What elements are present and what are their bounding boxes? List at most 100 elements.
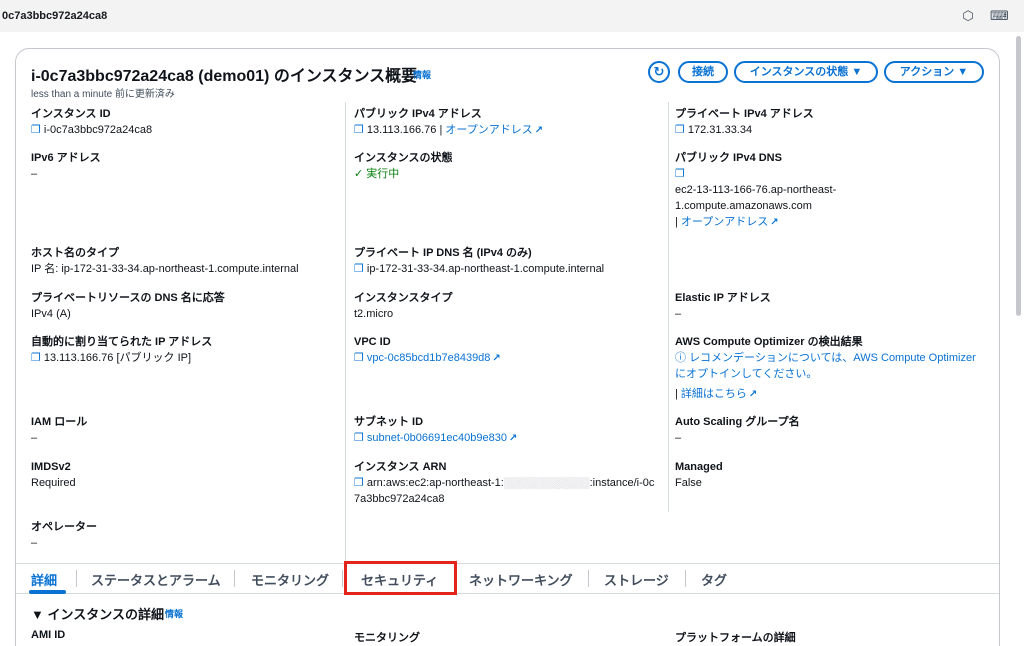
external-link-icon: ↗ [770, 217, 779, 228]
open-address-link[interactable]: オープンアドレス [445, 124, 532, 136]
field-iam-role: IAM ロール – [31, 415, 341, 446]
info-link[interactable]: 情報 [165, 607, 183, 620]
copy-icon[interactable]: ❐ [354, 352, 364, 364]
external-link-icon: ↗ [534, 125, 544, 136]
auto-ip-value: 13.113.166.76 [パブリック IP] [43, 352, 192, 364]
section-instance-details[interactable]: ▼ インスタンスの詳細 [31, 604, 164, 623]
subnet-link[interactable]: subnet-0b06691ec40b9e830 [367, 432, 507, 444]
copy-icon[interactable]: ❐ [31, 352, 41, 364]
learn-more-link[interactable]: 詳細はこちら [681, 388, 747, 400]
public-dns-value-2: 1.compute.amazonaws.com [675, 200, 812, 212]
field-label: プライベート IPv4 アドレス [675, 108, 814, 120]
monitoring-label: モニタリング [354, 632, 420, 644]
field-operator: オペレーター – [31, 520, 341, 551]
connect-button[interactable]: 接続 [678, 61, 728, 83]
tab-divider [76, 570, 77, 587]
copy-icon[interactable]: ❐ [675, 168, 685, 180]
shortcut-icon[interactable]: ⬡ [960, 8, 976, 24]
ami-id-label: AMI ID [31, 629, 66, 641]
copy-icon[interactable]: ❐ [354, 477, 364, 489]
top-bar: 0c7a3bbc972a24ca8 ⬡ ⌨ [0, 0, 1024, 32]
field-label: インスタンスタイプ [354, 292, 453, 304]
field-label: パブリック IPv4 アドレス [354, 108, 482, 120]
field-public-dns: パブリック IPv4 DNS ❐ ec2-13-113-166-76.ap-no… [675, 151, 985, 231]
asg-value: – [675, 432, 682, 444]
ipv6-value: – [31, 168, 38, 180]
private-dns-value: ip-172-31-33-34.ap-northeast-1.compute.i… [366, 263, 605, 275]
field-label: ホスト名のタイプ [31, 247, 119, 259]
field-auto-ip: 自動的に割り当てられた IP アドレス ❐ 13.113.166.76 [パブリッ… [31, 335, 341, 366]
field-compute-optimizer: AWS Compute Optimizer の検出結果 ⓘ レコメンデーションに… [675, 335, 985, 403]
terminal-icon[interactable]: ⌨ [990, 8, 1009, 24]
copy-icon[interactable]: ❐ [354, 263, 364, 275]
operator-value: – [31, 537, 38, 549]
optimizer-link-2[interactable]: にオプトインしてください。 [675, 366, 985, 382]
field-label: インスタンス ARN [354, 461, 447, 473]
vpc-link[interactable]: vpc-0c85bcd1b7e8439d8 [367, 352, 491, 364]
field-label: オペレーター [31, 521, 97, 533]
elastic-ip-value: – [675, 308, 682, 320]
instance-tab-title: 0c7a3bbc972a24ca8 [2, 10, 108, 22]
open-address-link[interactable]: オープンアドレス [681, 216, 768, 228]
active-tab-indicator [29, 590, 66, 594]
arn-value-1b: :instance/i-0c [589, 477, 655, 489]
info-icon: ⓘ [675, 352, 686, 364]
scrollbar[interactable] [1016, 36, 1021, 316]
field-instance-type: インスタンスタイプ t2.micro [354, 291, 664, 322]
info-link[interactable]: 情報 [413, 68, 431, 81]
resource-dns-value: IPv4 (A) [31, 308, 71, 320]
field-instance-arn: インスタンス ARN ❐ arn:aws:ec2:ap-northeast-1:▒… [354, 460, 664, 507]
refresh-button[interactable]: ↻ [648, 61, 670, 83]
field-instance-state: インスタンスの状態 ✓ 実行中 [354, 151, 664, 182]
field-label: AWS Compute Optimizer の検出結果 [675, 336, 863, 348]
tab-status-alarms[interactable]: ステータスとアラーム [91, 570, 221, 589]
field-label: インスタンス ID [31, 108, 111, 120]
tab-tags[interactable]: タグ [701, 570, 727, 589]
copy-icon[interactable]: ❐ [354, 124, 364, 136]
field-label: Elastic IP アドレス [675, 292, 771, 304]
tab-details[interactable]: 詳細 [31, 570, 57, 589]
tab-networking[interactable]: ネットワーキング [469, 570, 573, 589]
copy-icon[interactable]: ❐ [31, 124, 41, 136]
highlight-box [344, 561, 457, 595]
field-label: IMDSv2 [31, 461, 71, 473]
field-private-ipv4: プライベート IPv4 アドレス ❐ 172.31.33.34 [675, 107, 985, 138]
platform-details-label: プラットフォームの詳細 [675, 632, 796, 644]
masked-account-id: ▒▒▒▒▒▒▒▒▒▒▒ [503, 477, 590, 489]
copy-icon[interactable]: ❐ [675, 124, 685, 136]
actions-button[interactable]: アクション ▼ [884, 61, 984, 83]
field-resource-dns: プライベートリソースの DNS 名に応答 IPv4 (A) [31, 291, 341, 322]
tab-divider [685, 570, 686, 587]
public-ip-value: 13.113.166.76 [366, 124, 437, 136]
field-instance-id: インスタンス ID ❐ i-0c7a3bbc972a24ca8 [31, 107, 341, 138]
instance-state-button[interactable]: インスタンスの状態 ▼ [734, 61, 878, 83]
tab-storage[interactable]: ストレージ [604, 570, 669, 589]
field-label: Managed [675, 461, 723, 473]
external-link-icon: ↗ [748, 389, 758, 400]
last-updated: less than a minute 前に更新済み [31, 89, 175, 100]
field-label: パブリック IPv4 DNS [675, 152, 782, 164]
field-label: IAM ロール [31, 416, 88, 428]
hostname-type-value: IP 名: ip-172-31-33-34.ap-northeast-1.com… [31, 263, 299, 275]
state-value: 実行中 [366, 168, 400, 180]
tab-divider [234, 570, 235, 587]
arn-value-1: arn:aws:ec2:ap-northeast-1: [366, 477, 504, 489]
field-elastic-ip: Elastic IP アドレス – [675, 291, 985, 322]
optimizer-link-1[interactable]: レコメンデーションについては、AWS Compute Optimizer [689, 352, 976, 364]
field-public-ipv4: パブリック IPv4 アドレス ❐ 13.113.166.76 | オープンアドレ… [354, 107, 664, 139]
field-label: 自動的に割り当てられた IP アドレス [31, 336, 213, 348]
tab-monitoring[interactable]: モニタリング [251, 570, 329, 589]
external-link-icon: ↗ [492, 353, 501, 364]
refresh-icon: ↻ [653, 64, 665, 79]
field-label: インスタンスの状態 [354, 152, 453, 164]
column-divider [668, 102, 669, 512]
field-managed: Managed False [675, 460, 985, 491]
field-private-dns: プライベート IP DNS 名 (IPv4 のみ) ❐ ip-172-31-33-… [354, 246, 664, 277]
tab-divider [588, 570, 589, 587]
public-dns-value-1: ec2-13-113-166-76.ap-northeast- [675, 184, 837, 196]
copy-icon[interactable]: ❐ [354, 432, 364, 444]
field-label: Auto Scaling グループ名 [675, 416, 800, 428]
field-label: プライベートリソースの DNS 名に応答 [31, 292, 225, 304]
field-subnet-id: サブネット ID ❐ subnet-0b06691ec40b9e830 ↗ [354, 415, 664, 447]
field-label: サブネット ID [354, 416, 424, 428]
